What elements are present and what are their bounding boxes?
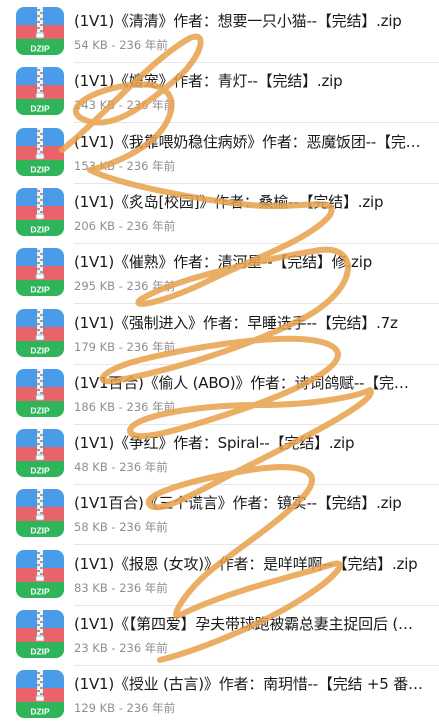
file-meta: 295 KB - 236 年前 [74,278,175,294]
file-size: 23 KB [74,641,108,655]
file-name: (1V1百合)《偷人 (ABO)》作者：诗词鸽赋--【完… [74,373,409,392]
icon-label: DZIP [30,345,50,355]
file-time: 236 年前 [126,399,176,414]
file-meta: 48 KB - 236 年前 [74,459,168,475]
file-size: 295 KB [74,279,116,294]
file-time: 236 年前 [126,158,176,173]
file-meta: 243 KB - 236 年前 [74,97,175,113]
file-size: 179 KB [74,339,116,354]
meta-separator: - [115,218,127,233]
file-row[interactable]: DZIP (1V1百合)《偷人 (ABO)》作者：诗词鸽赋--【完… 186 KB … [0,365,439,425]
file-size: 206 KB [74,218,116,233]
meta-separator: - [107,641,120,655]
file-meta: 179 KB - 236 年前 [74,339,175,355]
meta-separator: - [115,399,127,414]
meta-separator: - [115,98,127,113]
icon-label: DZIP [30,647,50,657]
dzip-file-icon: DZIP [16,248,64,297]
file-name: (1V1)《强制进入》作者：早睡选手--【完结】.7z [74,313,398,332]
file-name: (1V1)《嬗宠》作者：青灯--【完结】.zip [74,72,343,91]
file-row[interactable]: DZIP (1V1)《嬗宠》作者：青灯--【完结】.zip 243 KB - 236… [0,63,439,124]
file-time: 236 年前 [119,580,168,595]
file-size: 153 KB [74,158,116,173]
file-time: 236 年前 [126,279,176,294]
file-meta: 23 KB - 236 年前 [74,640,168,656]
dzip-file-icon: DZIP [16,489,64,538]
file-size: 48 KB [74,460,108,475]
file-time: 236 年前 [126,98,176,113]
icon-label: DZIP [30,285,50,295]
dzip-file-icon: DZIP [16,308,64,357]
file-meta: 186 KB - 236 年前 [74,399,175,415]
file-name: (1V1)《炙岛[校园]》作者：桑榆--【完结】.zip [74,192,384,211]
file-name: (1V1)《催熟》作者：清河星--【完结】修.zip [74,253,373,272]
file-name: (1V1百合)《三个谎言》作者：镜实--【完结】.zip [74,494,402,513]
meta-separator: - [107,520,120,535]
file-meta: 153 KB - 236 年前 [74,158,175,174]
dzip-file-icon: DZIP [16,67,64,116]
dzip-file-icon: DZIP [16,549,64,598]
meta-separator: - [115,158,127,173]
dzip-file-icon: DZIP [16,368,64,417]
file-time: 236 年前 [119,641,168,655]
meta-separator: - [107,460,120,475]
meta-separator: - [115,279,127,294]
file-size: 83 KB [74,580,108,595]
file-row[interactable]: DZIP (1V1)《我靠喂奶稳住病娇》作者：恶魔饭团--【完… 153 KB - … [0,124,439,184]
file-name: (1V1)《我靠喂奶稳住病娇》作者：恶魔饭团--【完… [74,132,421,151]
file-size: 243 KB [74,98,116,113]
file-time: 236 年前 [119,520,168,535]
file-meta: 206 KB - 236 年前 [74,218,175,234]
icon-label: DZIP [30,586,50,596]
file-row[interactable]: DZIP (1V1)《争红》作者：Spiral--【完结】.zip 48 KB - … [0,425,439,486]
file-size: 54 KB [74,38,108,52]
meta-separator: - [115,339,127,354]
file-meta: 58 KB - 236 年前 [74,519,168,535]
file-row[interactable]: DZIP (1V1)《催熟》作者：清河星--【完结】修.zip 295 KB - 2… [0,244,439,305]
file-name: (1V1)《争红》作者：Spiral--【完结】.zip [74,434,355,453]
dzip-file-icon: DZIP [16,429,64,478]
dzip-file-icon: DZIP [16,187,64,236]
file-row[interactable]: DZIP (1V1)《报恩 (女攻)》作者：是咩咩啊--【完结】.zip 83 KB… [0,546,439,606]
file-row[interactable]: DZIP (1V1)《清清》作者：想要一只小猫--【完结】.zip 54 KB - … [0,3,439,63]
file-row[interactable]: DZIP (1V1百合)《三个谎言》作者：镜实--【完结】.zip 58 KB - … [0,485,439,546]
icon-label: DZIP [30,44,50,54]
icon-label: DZIP [30,405,50,415]
file-name: (1V1)《清清》作者：想要一只小猫--【完结】.zip [74,12,402,30]
file-size: 186 KB [74,399,116,414]
meta-separator: - [115,701,127,716]
file-row[interactable]: DZIP (1V1)《强制进入》作者：早睡选手--【完结】.7z 179 KB - … [0,305,439,365]
file-time: 236 年前 [126,339,176,354]
dzip-file-icon: DZIP [16,610,64,658]
file-meta: 129 KB - 236 年前 [74,700,175,716]
file-time: 236 年前 [119,38,168,52]
dzip-file-icon: DZIP [16,670,64,719]
file-meta: 54 KB - 236 年前 [74,37,168,53]
file-name: (1V1)《报恩 (女攻)》作者：是咩咩啊--【完结】.zip [74,554,418,573]
dzip-file-icon: DZIP [16,127,64,176]
icon-label: DZIP [30,164,50,174]
icon-label: DZIP [30,224,50,234]
meta-separator: - [107,38,120,52]
file-size: 58 KB [74,520,108,535]
file-row[interactable]: DZIP (1V1)《授业 (古言)》作者：南玥惜--【完结 +5 番… 129 K… [0,666,439,722]
icon-label: DZIP [30,526,50,536]
file-row[interactable]: DZIP (1V1)《炙岛[校园]》作者：桑榆--【完结】.zip 206 KB -… [0,184,439,244]
file-time: 236 年前 [126,701,176,716]
file-row[interactable]: DZIP (1V1)《【第四爱】孕夫带球跑被霸总妻主捉回后 (… 23 KB - 2… [0,606,439,666]
icon-label: DZIP [30,104,50,114]
icon-label: DZIP [30,707,50,717]
file-size: 129 KB [74,701,116,716]
dzip-file-icon: DZIP [16,7,64,55]
file-time: 236 年前 [126,218,176,233]
file-name: (1V1)《【第四爱】孕夫带球跑被霸总妻主捉回后 (… [74,615,413,633]
file-meta: 83 KB - 236 年前 [74,580,168,596]
file-name: (1V1)《授业 (古言)》作者：南玥惜--【完结 +5 番… [74,675,423,694]
icon-label: DZIP [30,466,50,476]
meta-separator: - [107,580,120,595]
file-time: 236 年前 [119,460,168,475]
